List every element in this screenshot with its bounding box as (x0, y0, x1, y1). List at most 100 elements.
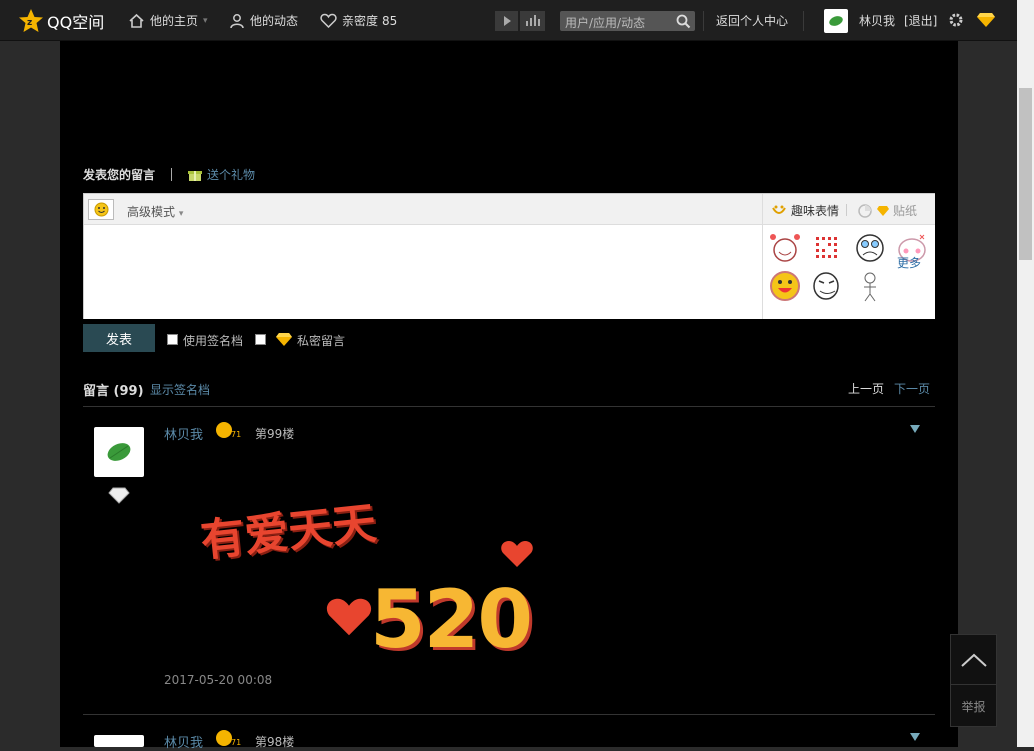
stats-button[interactable] (520, 11, 545, 31)
emoji-cheer-icon[interactable] (767, 230, 803, 266)
guestbook-page: 发表您的留言 送个礼物 高级模式 ▾ 趣味表情 贴纸 更多 发表 使用签名档 私… (60, 41, 958, 751)
search-input[interactable]: 用户/应用/动态 (560, 11, 695, 31)
chevron-up-icon (960, 653, 987, 667)
private-message-label: 私密留言 (297, 334, 346, 348)
back-center-label: 返回个人中心 (716, 14, 789, 28)
vip-level-icon: 71 (216, 422, 241, 439)
list-title-text: 留言 (83, 384, 110, 399)
message-menu-arrow-icon[interactable] (910, 733, 920, 741)
svg-text:71: 71 (231, 738, 241, 747)
message-floor: 第99楼 (255, 427, 295, 441)
nav-feeds-label: 他的动态 (250, 14, 299, 28)
sticker-tab[interactable]: 贴纸 (858, 202, 917, 219)
message-textarea[interactable] (84, 225, 762, 319)
floating-actions: 举报 (950, 634, 997, 727)
chevron-down-icon: ▾ (203, 15, 208, 26)
diamond-icon (977, 13, 995, 27)
heart-icon (326, 598, 372, 636)
diamond-icon (276, 333, 292, 346)
gift-label: 送个礼物 (207, 168, 256, 182)
nav-home-label: 他的主页 (150, 14, 199, 28)
nav-intimacy[interactable]: 亲密度 85 (320, 12, 397, 29)
sticker-label: 贴纸 (893, 204, 918, 218)
leaf-icon (829, 16, 843, 26)
emoji-crying-icon[interactable] (852, 230, 888, 266)
logout-label: [退出] (904, 14, 938, 28)
play-button[interactable] (495, 11, 518, 31)
post-title: 发表您的留言 (83, 168, 156, 182)
avatar[interactable] (94, 735, 144, 747)
message-menu-arrow-icon[interactable] (910, 425, 920, 433)
vip-diamond-button[interactable] (976, 12, 1001, 28)
editor-toolbar: 高级模式 ▾ (84, 194, 762, 225)
emoji-laugh-icon[interactable] (767, 268, 803, 304)
emoji-panel-header: 趣味表情 贴纸 (763, 194, 935, 225)
image-text: 有爱天天 (198, 497, 379, 568)
prev-page-link[interactable]: 上一页 (848, 380, 884, 397)
search-placeholder: 用户/应用/动态 (565, 16, 646, 30)
emoji-stickman-icon[interactable] (852, 268, 888, 304)
nav-his-feeds[interactable]: 他的动态 (229, 12, 298, 29)
back-to-center-link[interactable]: 返回个人中心 (716, 12, 788, 29)
scrollbar[interactable] (1017, 0, 1034, 747)
next-page-link[interactable]: 下一页 (894, 380, 930, 397)
fun-emoji-tab[interactable]: 趣味表情 (771, 202, 839, 219)
username: 林贝我 (859, 14, 896, 28)
heart-icon (320, 13, 337, 28)
advanced-mode-label: 高级模式 (127, 205, 176, 219)
nav-his-home[interactable]: 他的主页 ▾ (128, 12, 208, 29)
use-signature-label: 使用签名档 (183, 334, 244, 348)
emoji-button[interactable] (88, 199, 114, 220)
message-editor: 高级模式 ▾ 趣味表情 贴纸 更多 (83, 193, 935, 319)
qzone-logo[interactable]: z QQ空间 (18, 8, 104, 34)
message-author-link[interactable]: 林贝我 (164, 732, 203, 751)
home-icon (129, 13, 144, 28)
level-badge-icon (108, 487, 130, 504)
username-link[interactable]: 林贝我 (859, 12, 895, 29)
settings-button[interactable] (948, 12, 969, 28)
back-to-top-button[interactable] (951, 635, 996, 685)
intimacy-label: 亲密度 (342, 14, 379, 28)
gear-icon (949, 13, 963, 27)
logout-link[interactable]: [退出] (904, 12, 937, 29)
show-signature-link[interactable]: 显示签名档 (150, 381, 210, 398)
use-signature-checkbox[interactable] (167, 334, 178, 345)
play-icon (504, 16, 511, 26)
message-count: (99) (113, 384, 144, 399)
avatar[interactable] (94, 427, 144, 477)
fun-emoji-icon (772, 205, 786, 214)
submit-button[interactable]: 发表 (83, 324, 155, 352)
message-author-link[interactable]: 林贝我 (164, 424, 203, 443)
emoji-fu-icon[interactable] (809, 230, 845, 266)
divider (703, 11, 704, 31)
diamond-icon (877, 205, 889, 216)
send-gift-link[interactable]: 送个礼物 (188, 166, 255, 183)
gift-icon (188, 170, 203, 181)
more-emoji-link[interactable]: 更多 (897, 254, 921, 271)
search-icon[interactable] (676, 14, 691, 29)
emoji-panel: 趣味表情 贴纸 更多 (762, 194, 935, 319)
svg-text:71: 71 (231, 430, 241, 439)
message-floor: 第98楼 (255, 735, 295, 749)
emoji-meme-icon[interactable] (809, 268, 845, 304)
list-title: 留言 (99) (83, 380, 144, 399)
report-button[interactable]: 举报 (951, 685, 996, 727)
scrollbar-thumb[interactable] (1019, 88, 1032, 260)
divider (846, 204, 847, 216)
fun-emoji-label: 趣味表情 (791, 204, 840, 218)
private-message-checkbox[interactable] (255, 334, 266, 345)
smile-icon (94, 202, 108, 217)
vip-level-icon: 71 (216, 730, 241, 747)
intimacy-value: 85 (382, 13, 398, 28)
avatar[interactable] (824, 9, 848, 33)
user-icon (230, 13, 244, 28)
logo-text: QQ空间 (47, 13, 105, 32)
image-number: 520 (370, 573, 533, 666)
qzone-star-icon: z (18, 8, 44, 34)
message-timestamp: 2017-05-20 00:08 (164, 673, 273, 687)
leaf-icon (107, 443, 131, 461)
heart-icon (501, 541, 533, 567)
advanced-mode-dropdown[interactable]: 高级模式 ▾ (127, 203, 183, 220)
message-list-header: 留言 (99) 显示签名档 上一页 下一页 (83, 380, 935, 407)
message-image: 有爱天天 520 (198, 481, 560, 666)
